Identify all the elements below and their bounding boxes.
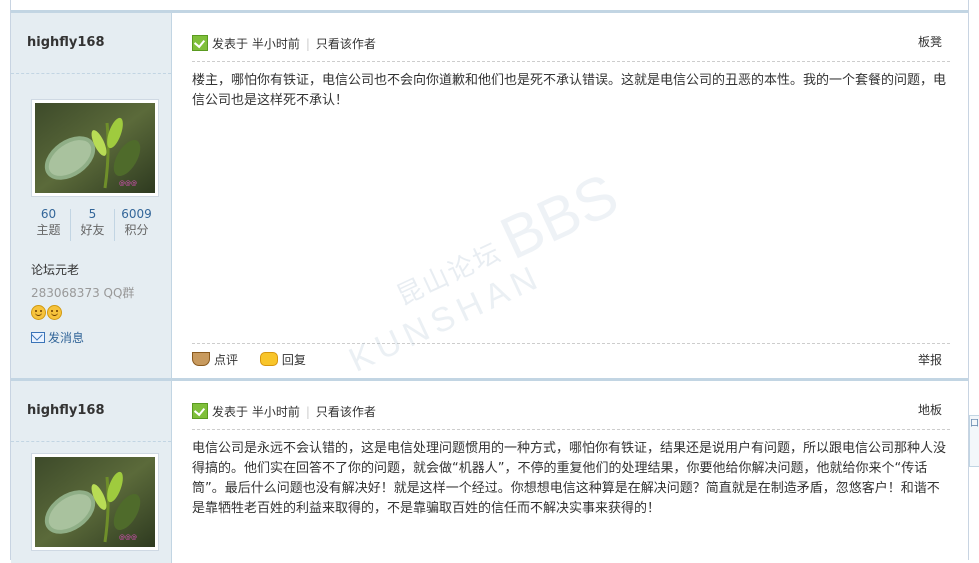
post-actions: 点评 回复 [192, 351, 306, 368]
floating-side-tab[interactable]: 口 [969, 415, 979, 467]
envelope-icon [31, 332, 45, 343]
floor-label[interactable]: 地板 [918, 401, 942, 418]
stat-friends[interactable]: 5 好友 [71, 206, 114, 238]
author-name[interactable]: highfly168 [27, 35, 105, 50]
sidebar-divider [11, 441, 171, 443]
post-1: highfly168 @@@ 60 主题 5 好友 6009 积分 论坛元老 2… [11, 10, 968, 378]
floor-label[interactable]: 板凳 [918, 33, 942, 50]
meta-divider [192, 429, 950, 430]
avatar-image: @@@ [35, 457, 155, 547]
stat-label: 主题 [36, 223, 61, 237]
rate-button[interactable]: 点评 [192, 352, 239, 367]
stat-value: 60 [40, 207, 57, 221]
stat-label: 积分 [124, 223, 149, 237]
meta-pipe: | [305, 405, 310, 419]
smiley-icon [47, 305, 62, 320]
user-rank[interactable]: 论坛元老 [31, 261, 79, 278]
online-status-icon [192, 403, 208, 419]
author-sidebar: highfly168 [11, 13, 171, 378]
post-message: 楼主，哪怕你有铁证，电信公司也不会向你道歉和他们也是死不承认错误。这就是电信公司… [192, 73, 947, 108]
actions-divider [192, 343, 950, 344]
post-2: highfly168 @@@ 发表于 半小时前 | 只看该作者 地板 电信公司是… [11, 378, 968, 563]
posted-label: 发表于 [212, 37, 249, 51]
stat-label: 好友 [80, 223, 105, 237]
avatar-image: @@@ [35, 103, 155, 193]
user-stats: 60 主题 5 好友 6009 积分 [27, 206, 157, 250]
report-link[interactable]: 举报 [918, 351, 942, 368]
stat-value: 6009 [121, 207, 152, 221]
stat-points[interactable]: 6009 积分 [115, 206, 158, 238]
speech-bubble-icon [259, 352, 278, 366]
post-content: 发表于 半小时前 | 只看该作者 板凳 楼主，哪怕你有铁证，电信公司也不会向你道歉和… [172, 13, 968, 378]
post-time: 半小时前 [251, 37, 300, 51]
avatar[interactable]: @@@ [31, 453, 159, 551]
medals [31, 305, 63, 323]
smiley-icon [31, 305, 46, 320]
post-message: 电信公司是永远不会认错的，这是电信处理问题惯用的一种方式，哪怕你有铁证，结果还是… [192, 441, 947, 516]
author-name[interactable]: highfly168 [27, 403, 105, 418]
post-content: 发表于 半小时前 | 只看该作者 地板 电信公司是永远不会认错的，这是电信处理问题惯… [172, 381, 968, 563]
post-time: 半小时前 [251, 405, 300, 419]
qq-group: 283068373 QQ群 [31, 286, 135, 300]
send-message-link[interactable]: 发消息 [31, 329, 84, 346]
author-only-link[interactable]: 只看该作者 [316, 37, 376, 51]
post-meta: 发表于 半小时前 | 只看该作者 [192, 403, 376, 421]
author-sidebar: highfly168 [11, 381, 171, 563]
svg-text:@@@: @@@ [119, 180, 137, 187]
avatar[interactable]: @@@ [31, 99, 159, 197]
author-only-link[interactable]: 只看该作者 [316, 405, 376, 419]
sidebar-divider [11, 73, 171, 75]
reply-label: 回复 [281, 353, 306, 367]
send-message-label: 发消息 [48, 331, 85, 345]
side-tab-label: 口 [970, 419, 979, 429]
stat-value: 5 [88, 207, 97, 221]
svg-text:@@@: @@@ [119, 534, 137, 541]
posted-label: 发表于 [212, 405, 249, 419]
page: highfly168 @@@ 60 主题 5 好友 6009 积分 论坛元老 2… [0, 0, 979, 563]
meta-pipe: | [305, 37, 310, 51]
coffee-cup-icon [192, 352, 210, 366]
meta-divider [192, 61, 950, 62]
rate-label: 点评 [214, 353, 239, 367]
right-border [968, 0, 969, 560]
reply-button[interactable]: 回复 [259, 352, 306, 367]
stat-topics[interactable]: 60 主题 [27, 206, 70, 238]
online-status-icon [192, 35, 208, 51]
post-meta: 发表于 半小时前 | 只看该作者 [192, 35, 376, 53]
